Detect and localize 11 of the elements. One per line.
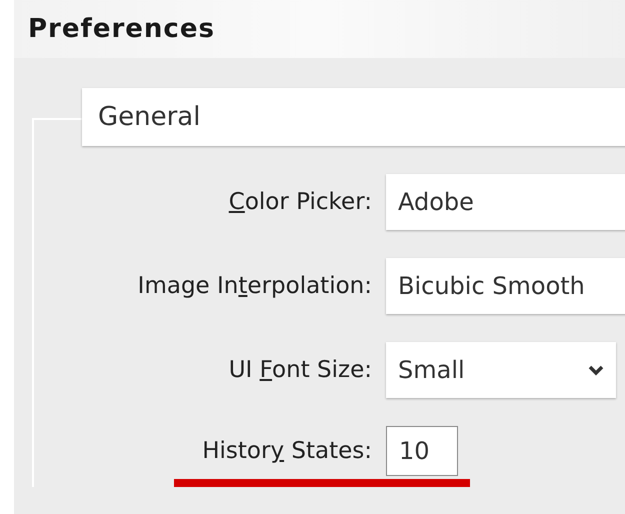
dropdown-field[interactable]: Adobe bbox=[386, 174, 625, 230]
panel-dropdown[interactable]: General bbox=[82, 88, 625, 146]
field-label: UI Font Size: bbox=[228, 357, 372, 383]
field-label: Color Picker: bbox=[228, 189, 372, 215]
number-field[interactable]: 10 bbox=[386, 426, 458, 476]
dropdown-field[interactable]: Small bbox=[386, 342, 616, 398]
dropdown-field[interactable]: Bicubic Smooth bbox=[386, 258, 625, 314]
field-label: Image Interpolation: bbox=[136, 273, 372, 299]
field-label: History States: bbox=[201, 438, 372, 464]
chevron-down-icon bbox=[588, 364, 604, 376]
window-title: Preferences bbox=[28, 14, 215, 44]
